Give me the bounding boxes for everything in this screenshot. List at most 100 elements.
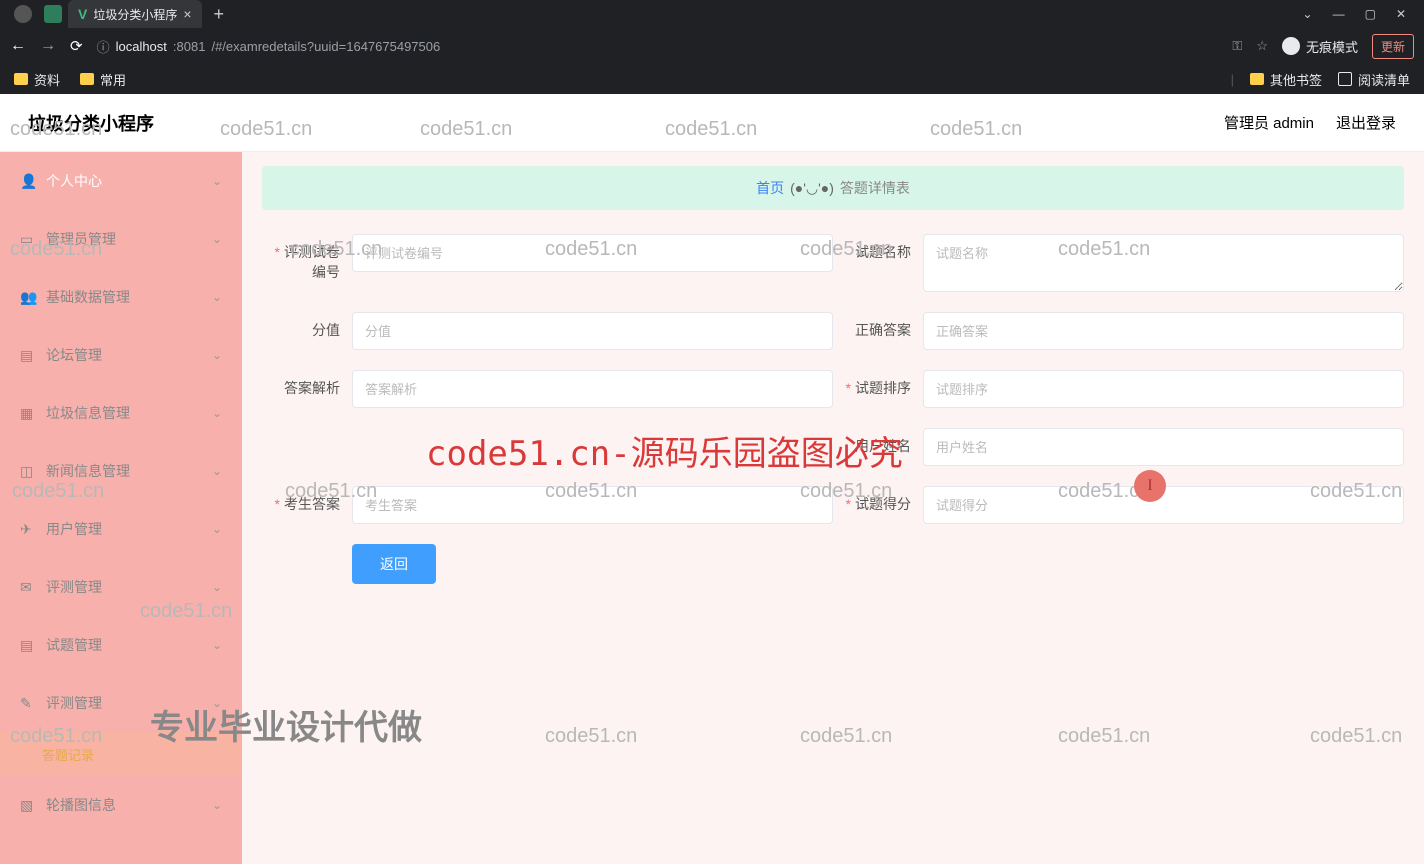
chevron-down-icon: ⌄: [212, 798, 222, 812]
sidebar-item-forum[interactable]: ▤论坛管理⌄: [0, 326, 242, 384]
back-button[interactable]: 返回: [352, 544, 436, 584]
bookmark-folder-1[interactable]: 资料: [14, 70, 60, 89]
label-score: 分值: [262, 312, 352, 340]
sidebar-item-news[interactable]: ◫新闻信息管理⌄: [0, 442, 242, 500]
window-minimize-icon[interactable]: —: [1333, 7, 1345, 21]
breadcrumb-current: 答题详情表: [840, 178, 910, 198]
main-content: 首页 (●'◡'●) 答题详情表 *评测试卷编号 试题名称 分值: [242, 152, 1424, 864]
input-paper-no[interactable]: [352, 234, 833, 272]
chevron-down-icon: ⌄: [212, 174, 222, 188]
breadcrumb-separator: (●'◡'●): [790, 180, 834, 197]
chevron-down-icon: ⌄: [212, 696, 222, 710]
input-analysis[interactable]: [352, 370, 833, 408]
app-title: 垃圾分类小程序: [28, 110, 154, 136]
sidebar-item-admin[interactable]: ▭管理员管理⌄: [0, 210, 242, 268]
app-header: 垃圾分类小程序 管理员 admin 退出登录: [0, 94, 1424, 152]
label-paper-no: *评测试卷编号: [262, 234, 352, 282]
input-username[interactable]: [923, 428, 1404, 466]
new-tab-button[interactable]: +: [214, 4, 225, 25]
label-analysis: 答案解析: [262, 370, 352, 398]
cursor-indicator: I: [1134, 470, 1166, 502]
bookmark-folder-2[interactable]: 常用: [80, 70, 126, 89]
label-question-name: 试题名称: [833, 234, 923, 262]
chevron-down-icon: ⌄: [212, 348, 222, 362]
detail-form: *评测试卷编号 试题名称 分值 正确答案: [262, 234, 1404, 584]
data-icon: 👥: [20, 289, 36, 305]
folder-icon: [14, 73, 28, 85]
image-icon: ▧: [20, 797, 36, 813]
sidebar-item-users[interactable]: ✈用户管理⌄: [0, 500, 242, 558]
reload-icon[interactable]: ⟳: [70, 37, 83, 55]
sidebar-item-carousel[interactable]: ▧轮播图信息⌄: [0, 776, 242, 834]
chevron-down-icon: ⌄: [212, 464, 222, 478]
sidebar-item-eval2[interactable]: ✎评测管理⌄: [0, 674, 242, 732]
sidebar: 👤个人中心⌄ ▭管理员管理⌄ 👥基础数据管理⌄ ▤论坛管理⌄ ▦垃圾信息管理⌄ …: [0, 152, 242, 864]
info-icon: ⓘ: [97, 37, 110, 56]
input-question-order[interactable]: [923, 370, 1404, 408]
url-host: localhost: [116, 39, 167, 54]
label-correct-answer: 正确答案: [833, 312, 923, 340]
window-dropdown-icon[interactable]: ⌄: [1303, 7, 1313, 21]
close-tab-icon[interactable]: ×: [183, 6, 191, 22]
label-question-order: *试题排序: [833, 370, 923, 398]
incognito-badge: 无痕模式: [1282, 37, 1358, 56]
chevron-down-icon: ⌄: [212, 232, 222, 246]
url-path: /#/examredetails?uuid=1647675497506: [211, 39, 440, 54]
url-port: :8081: [173, 39, 206, 54]
bookmarks-bar: 资料 常用 | 其他书签 阅读清单: [0, 64, 1424, 94]
users-icon: ✈: [20, 521, 36, 537]
tab-favicon-generic: [14, 5, 32, 23]
tab-favicon-green: [44, 5, 62, 23]
key-icon[interactable]: ⚿: [1232, 38, 1242, 54]
forum-icon: ▤: [20, 347, 36, 363]
mail-icon: ✉: [20, 579, 36, 595]
window-close-icon[interactable]: ✕: [1396, 7, 1406, 21]
vue-icon: V: [78, 6, 87, 22]
folder-icon: [80, 73, 94, 85]
label-username: 用户姓名: [833, 428, 923, 456]
incognito-label: 无痕模式: [1306, 37, 1358, 56]
breadcrumb: 首页 (●'◡'●) 答题详情表: [262, 166, 1404, 210]
other-bookmarks[interactable]: 其他书签: [1250, 70, 1322, 89]
question-icon: ▤: [20, 637, 36, 653]
sidebar-item-personal[interactable]: 👤个人中心⌄: [0, 152, 242, 210]
forward-icon[interactable]: →: [40, 37, 56, 55]
label-question-score: *试题得分: [833, 486, 923, 514]
star-icon[interactable]: ☆: [1256, 38, 1268, 54]
input-student-answer[interactable]: [352, 486, 833, 524]
sidebar-item-eval[interactable]: ✉评测管理⌄: [0, 558, 242, 616]
label-student-answer: *考生答案: [262, 486, 352, 514]
update-button[interactable]: 更新: [1372, 34, 1414, 59]
sidebar-item-garbage[interactable]: ▦垃圾信息管理⌄: [0, 384, 242, 442]
chevron-down-icon: ⌄: [212, 522, 222, 536]
eval-icon: ✎: [20, 695, 36, 711]
admin-label[interactable]: 管理员 admin: [1224, 112, 1314, 133]
chevron-down-icon: ⌄: [212, 406, 222, 420]
back-icon[interactable]: ←: [10, 37, 26, 55]
breadcrumb-home[interactable]: 首页: [756, 178, 784, 198]
id-icon: ▭: [20, 231, 36, 247]
sidebar-item-basedata[interactable]: 👥基础数据管理⌄: [0, 268, 242, 326]
logout-link[interactable]: 退出登录: [1336, 112, 1396, 133]
address-bar: ← → ⟳ ⓘ localhost :8081 /#/examredetails?u…: [0, 28, 1424, 64]
tab-title: 垃圾分类小程序: [93, 6, 177, 23]
window-maximize-icon[interactable]: ▢: [1365, 7, 1376, 21]
active-tab[interactable]: V 垃圾分类小程序 ×: [68, 0, 202, 28]
sidebar-sub-answer-record[interactable]: 答题记录: [0, 732, 242, 776]
user-icon: 👤: [20, 173, 36, 189]
reading-list[interactable]: 阅读清单: [1338, 70, 1410, 89]
input-correct-answer[interactable]: [923, 312, 1404, 350]
input-score[interactable]: [352, 312, 833, 350]
tab-bar: V 垃圾分类小程序 × + ⌄ — ▢ ✕: [0, 0, 1424, 28]
folder-icon: [1250, 73, 1264, 85]
chevron-down-icon: ⌄: [212, 638, 222, 652]
trash-icon: ▦: [20, 405, 36, 421]
chevron-down-icon: ⌄: [212, 580, 222, 594]
incognito-icon: [1282, 37, 1300, 55]
readlist-icon: [1338, 72, 1352, 86]
chevron-down-icon: ⌄: [212, 290, 222, 304]
sidebar-item-question[interactable]: ▤试题管理⌄: [0, 616, 242, 674]
news-icon: ◫: [20, 463, 36, 479]
input-question-name[interactable]: [923, 234, 1404, 292]
url-display[interactable]: ⓘ localhost :8081 /#/examredetails?uuid=16…: [97, 37, 441, 56]
